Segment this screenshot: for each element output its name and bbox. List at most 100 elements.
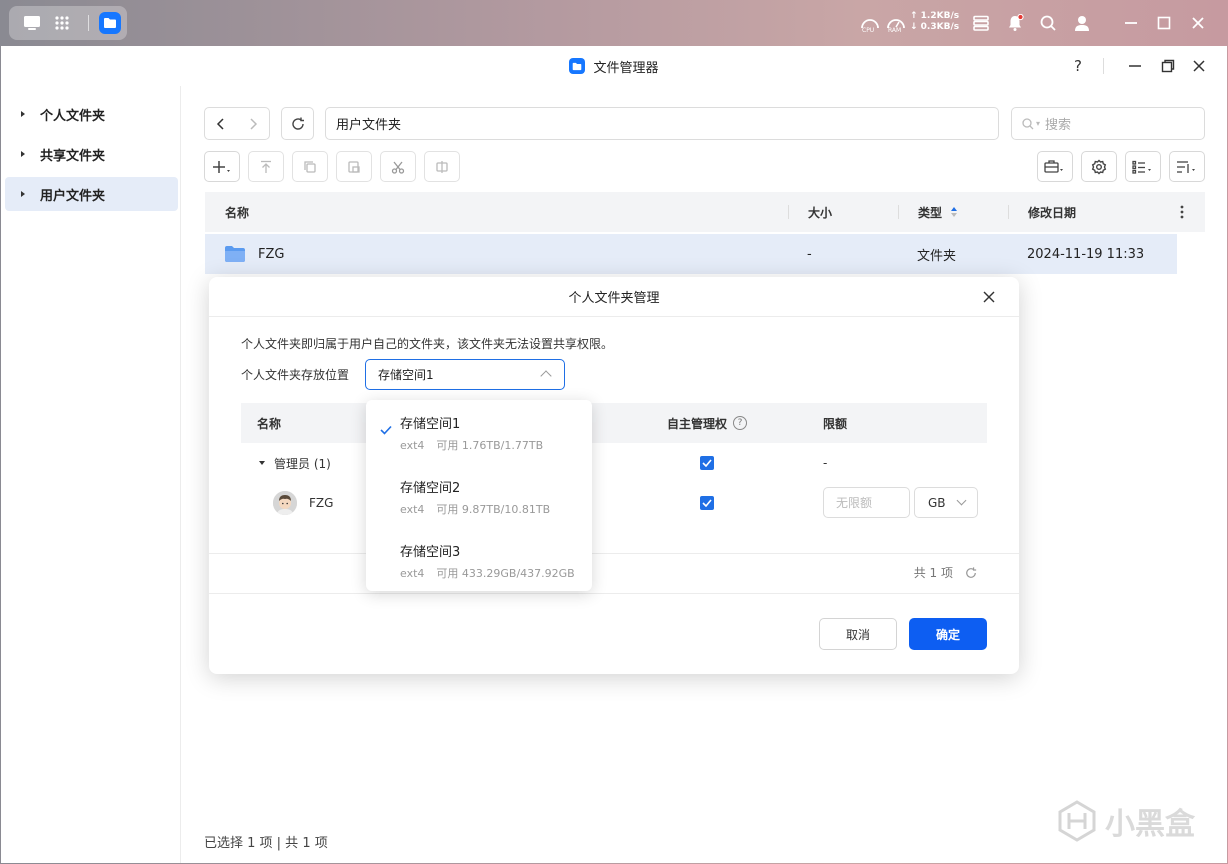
quota-unit-select[interactable]: GB [914,487,978,518]
group-label: 管理员 (1) [274,456,331,471]
help-circle-icon[interactable]: ? [733,416,748,430]
copy-button[interactable] [292,151,328,182]
checkbox-checked-icon [700,456,714,470]
dialog-column-quota: 限额 [823,416,848,431]
dialog-column-name: 名称 [257,416,282,431]
column-header-type[interactable]: 类型 [918,192,958,232]
row-name-cell: FZG [224,234,284,274]
global-search-button[interactable] [1036,11,1060,35]
group-cell: 管理员 (1) [259,443,331,483]
checkbox-checked-icon [700,496,714,510]
widgets-button[interactable] [969,11,993,35]
refresh-button[interactable] [281,107,314,140]
sidebar-item-label: 个人文件夹 [40,108,106,124]
dialog-column-self-manage: 自主管理权 ? [667,403,748,443]
quota-input[interactable]: 无限额 [823,487,910,518]
network-speed[interactable]: ↑ 1.2KB/s ↓ 0.3KB/s [910,11,959,33]
column-divider[interactable] [788,205,789,219]
view-mode-button[interactable] [1125,151,1161,182]
file-manager-taskbar-button[interactable] [93,6,127,40]
help-button[interactable]: ? [1066,54,1090,78]
copy-icon [304,160,316,173]
column-header-name[interactable]: 名称 [225,192,249,232]
search-icon [1040,15,1056,31]
desktop-minimize-button[interactable] [1119,11,1143,35]
desktop-maximize-button[interactable] [1152,11,1176,35]
table-row[interactable]: FZG - 文件夹 2024-11-19 11:33 [205,234,1177,274]
expand-caret-icon[interactable] [21,151,25,157]
user-self-manage-checkbox[interactable] [700,483,714,523]
file-table-header: 名称 大小 类型 修改日期 [205,192,1205,232]
storage-option-fs: ext4 [400,567,425,580]
column-options-button[interactable] [1180,192,1184,232]
column-header-size[interactable]: 大小 [808,192,832,232]
app-launcher-button[interactable] [45,6,79,40]
toolbox-icon [1044,159,1063,173]
refresh-icon [291,117,304,130]
watermark-logo-icon [1058,800,1096,842]
window-minimize-button[interactable] [1123,54,1147,78]
chevron-right-icon [250,117,258,130]
ram-label: RAM [888,27,902,34]
show-desktop-button[interactable] [15,6,49,40]
group-self-manage-checkbox[interactable] [700,443,714,483]
window-restore-button[interactable] [1156,54,1180,78]
column-divider[interactable] [898,205,899,219]
check-icon [380,425,392,435]
avatar [273,491,297,515]
refresh-icon[interactable] [965,566,977,579]
cut-button[interactable] [380,151,416,182]
location-select[interactable]: 存储空间1 [365,359,565,390]
settings-button[interactable] [1081,151,1117,182]
more-vertical-icon [1180,205,1184,219]
storage-option-1[interactable]: 存储空间1 ext4 可用 1.76TB/1.77TB [366,400,592,464]
back-button[interactable] [205,108,237,139]
status-bar: 已选择 1 项 | 共 1 项 [204,836,328,851]
sidebar-item-shared-folder[interactable]: 共享文件夹 [5,137,178,171]
notifications-button[interactable] [1003,11,1027,35]
forward-button[interactable] [237,108,269,139]
confirm-button[interactable]: 确定 [909,618,987,650]
move-button[interactable] [336,151,372,182]
sidebar-item-user-folder[interactable]: 用户文件夹 [5,177,178,211]
watermark: 小黑盒 [1055,799,1195,843]
rename-button[interactable] [424,151,460,182]
sidebar-item-personal-folder[interactable]: 个人文件夹 [5,97,178,131]
path-bar[interactable]: 用户文件夹 [325,107,999,140]
sort-icon [1177,160,1195,173]
taskbar-divider [88,15,89,31]
user-menu-button[interactable] [1070,11,1094,35]
storage-option-2[interactable]: 存储空间2 ext4 可用 9.87TB/10.81TB [366,464,592,528]
expand-caret-icon[interactable] [21,111,25,117]
dialog-total: 共 1 项 [914,564,977,581]
taskbar-app-group [9,6,127,40]
sidebar-item-label: 用户文件夹 [40,188,106,204]
collapse-caret-icon[interactable] [259,461,265,465]
dialog-close-button[interactable] [979,287,999,307]
column-header-modified[interactable]: 修改日期 [1028,192,1076,232]
desktop-close-button[interactable] [1186,11,1210,35]
search-scope-caret-icon[interactable]: ▾ [1036,119,1040,128]
search-input[interactable]: ▾ 搜索 [1011,107,1205,140]
cancel-button[interactable]: 取消 [819,618,897,650]
storage-option-3[interactable]: 存储空间3 ext4 可用 433.29GB/437.92GB [366,528,592,592]
window-titlebar[interactable]: 文件管理器 [1,46,1227,86]
new-button[interactable] [204,151,240,182]
column-divider[interactable] [1008,205,1009,219]
dialog-divider [209,593,1019,594]
watermark-text: 小黑盒 [1105,807,1195,842]
grid-icon [55,16,69,30]
sidebar: 个人文件夹 共享文件夹 用户文件夹 [1,86,181,863]
maximize-icon [1157,16,1171,30]
upload-button[interactable] [248,151,284,182]
dialog-title: 个人文件夹管理 [209,277,1019,317]
storage-option-available: 可用 9.87TB/10.81TB [436,503,551,516]
cpu-label: CPU [862,27,875,34]
expand-caret-icon[interactable] [21,191,25,197]
window-close-button[interactable] [1187,54,1211,78]
sort-button[interactable] [1169,151,1205,182]
storage-option-fs: ext4 [400,439,425,452]
chevron-left-icon [216,117,224,130]
toolbox-button[interactable] [1037,151,1073,182]
storage-option-detail: ext4 可用 9.87TB/10.81TB [400,501,550,517]
